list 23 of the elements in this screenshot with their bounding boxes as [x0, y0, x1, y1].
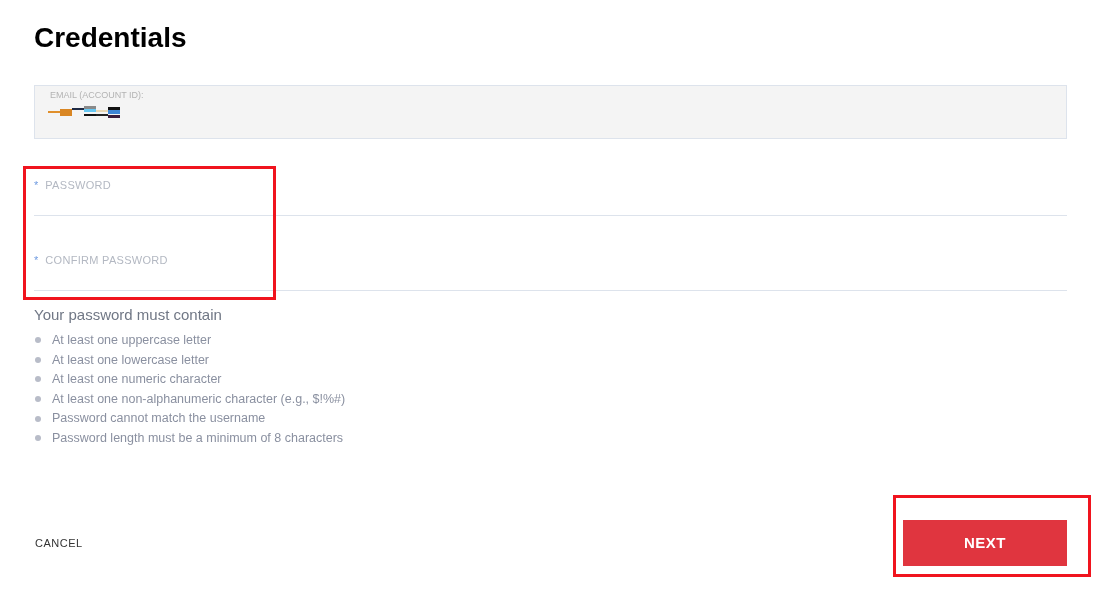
page-title: Credentials [34, 21, 187, 55]
password-field[interactable]: * CONFIRM PASSWORD [34, 251, 1067, 291]
rule-text: Password length must be a minimum of 8 characters [52, 429, 344, 447]
rule-text: At least one lowercase letter [52, 351, 210, 369]
bullet-icon [35, 396, 41, 403]
field-label: PASSWORD [45, 178, 112, 193]
bullet-icon [35, 376, 41, 383]
required-mark: * [34, 253, 39, 268]
rule-text: Password cannot match the username [52, 410, 266, 428]
required-mark: * [34, 178, 39, 193]
rule-text: At least one numeric character [52, 371, 222, 389]
rule-text: At least one uppercase letter [52, 331, 212, 349]
bullet-icon [35, 435, 41, 442]
rules-heading: Your password must contain [34, 305, 222, 325]
field-label: CONFIRM PASSWORD [45, 253, 168, 268]
cancel-button[interactable]: CANCEL [35, 534, 83, 552]
bullet-icon [35, 415, 41, 422]
bullet-icon [35, 337, 41, 344]
next-button[interactable]: NEXT [903, 520, 1067, 567]
rule-text: At least one non-alphanumeric character (e.g., $!%#) [52, 390, 346, 408]
password-field[interactable]: * PASSWORD [34, 176, 1067, 216]
field-label: EMAIL (ACCOUNT ID): [50, 89, 144, 102]
bullet-icon [35, 356, 41, 363]
